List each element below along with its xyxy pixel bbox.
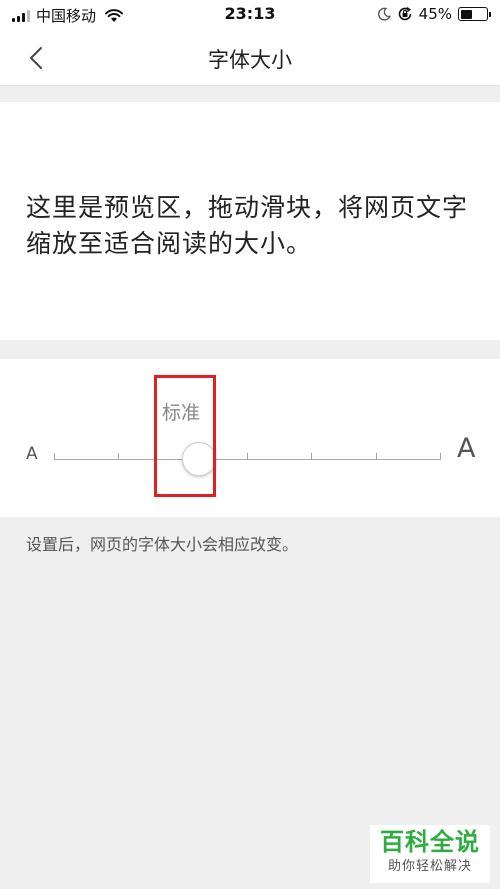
watermark-logo: 百科全说 助你轻松解决 — [370, 825, 490, 883]
watermark-subtitle: 助你轻松解决 — [387, 859, 472, 874]
slider-tick — [54, 453, 55, 460]
battery-fill — [460, 9, 472, 19]
battery-icon — [458, 7, 491, 21]
status-bar: 中国移动 23:13 45% — [0, 0, 500, 30]
slider-tick — [376, 453, 377, 460]
large-font-label: A — [457, 433, 476, 464]
battery-percent: 45% — [418, 5, 452, 23]
preview-area: 这里是预览区，拖动滑块，将网页文字缩放至适合阅读的大小。 — [0, 102, 500, 340]
slider-tick — [247, 453, 248, 460]
small-font-label: A — [26, 444, 38, 464]
rotation-lock-icon — [398, 6, 411, 21]
slider-tick — [118, 453, 119, 460]
settings-hint: 设置后，网页的字体大小会相应改变。 — [26, 535, 299, 554]
slider-tick — [440, 453, 441, 460]
page-title: 字体大小 — [208, 48, 292, 72]
slider-tick — [311, 453, 312, 460]
font-size-slider-panel: A A 标准 — [0, 359, 500, 517]
watermark-title: 百科全说 — [380, 828, 480, 856]
highlight-box — [154, 375, 216, 497]
nav-bar: 字体大小 — [0, 30, 500, 86]
preview-text: 这里是预览区，拖动滑块，将网页文字缩放至适合阅读的大小。 — [26, 193, 469, 258]
moon-icon — [377, 7, 391, 21]
status-right: 45% — [377, 5, 491, 23]
